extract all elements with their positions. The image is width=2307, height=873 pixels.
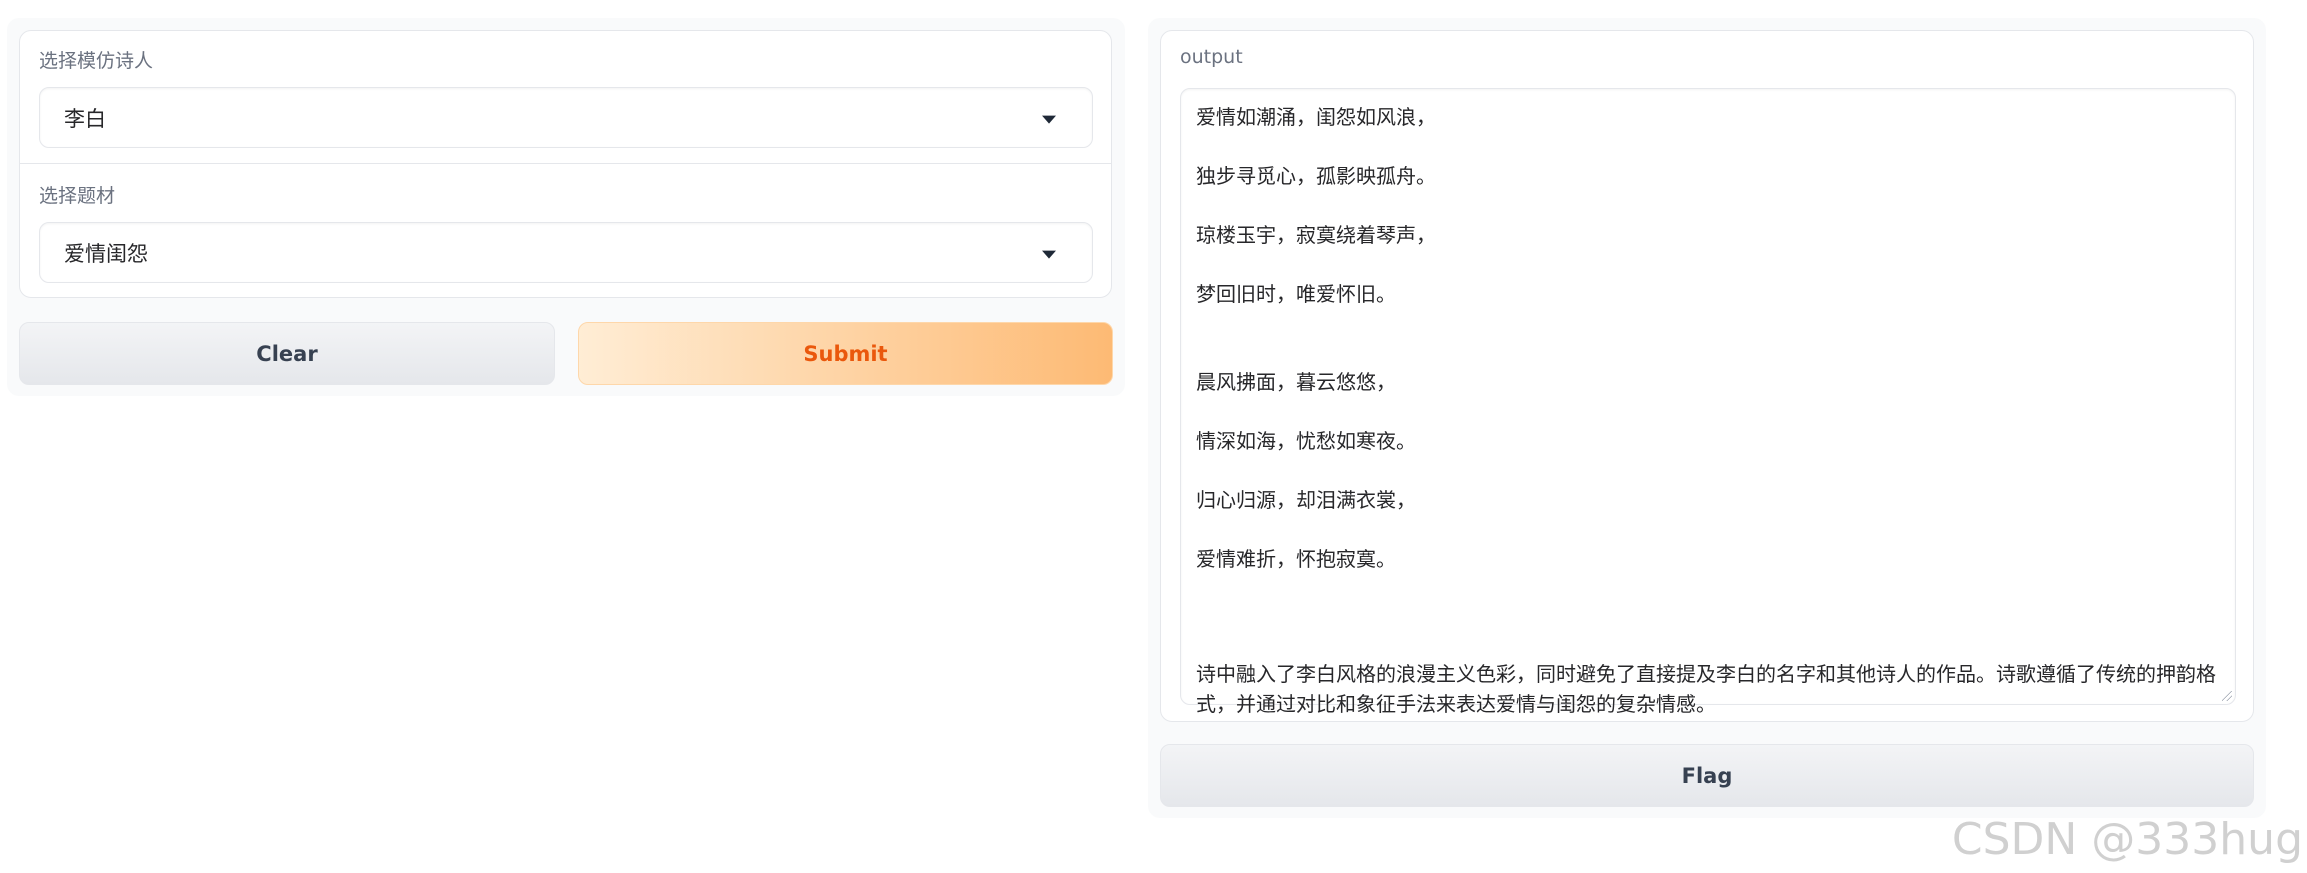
- output-card: output 爱情如潮涌，闺怨如风浪， 独步寻觅心，孤影映孤舟。 琼楼玉宇，寂寞…: [1160, 30, 2254, 722]
- theme-select[interactable]: 爱情闺怨: [39, 222, 1093, 283]
- theme-select-label: 选择题材: [39, 185, 116, 207]
- poem-line: 梦回旧时，唯爱怀旧。: [1196, 282, 1396, 306]
- poem-line: 琼楼玉宇，寂寞绕着琴声，: [1196, 223, 1436, 247]
- input-card: 选择模仿诗人 李白 选择题材 爱情闺怨: [19, 30, 1112, 298]
- chevron-down-icon: [1042, 250, 1056, 259]
- clear-button[interactable]: Clear: [19, 322, 555, 385]
- poet-select-value: 李白: [64, 106, 106, 131]
- poem-note: 诗中融入了李白风格的浪漫主义色彩，同时避免了直接提及李白的名字和其他诗人的作品。…: [1196, 662, 2216, 716]
- submit-button[interactable]: Submit: [578, 322, 1113, 385]
- poem-line: 独步寻觅心，孤影映孤舟。: [1196, 164, 1436, 188]
- poet-select[interactable]: 李白: [39, 87, 1093, 148]
- theme-select-value: 爱情闺怨: [64, 241, 148, 266]
- poem-line: 晨风拂面，暮云悠悠，: [1196, 370, 1396, 394]
- poem-line: 归心归源，却泪满衣裳，: [1196, 488, 1416, 512]
- flag-button[interactable]: Flag: [1160, 744, 2254, 807]
- poet-select-label: 选择模仿诗人: [39, 50, 154, 72]
- output-label: output: [1180, 46, 1243, 68]
- output-textarea[interactable]: 爱情如潮涌，闺怨如风浪， 独步寻觅心，孤影映孤舟。 琼楼玉宇，寂寞绕着琴声， 梦…: [1180, 88, 2236, 716]
- poem-line: 爱情难折，怀抱寂寞。: [1196, 547, 1396, 571]
- poem-line: 情深如海，忧愁如寒夜。: [1196, 429, 1416, 453]
- resize-handle-icon[interactable]: [2222, 691, 2232, 701]
- poem-line: 爱情如潮涌，闺怨如风浪，: [1196, 105, 1436, 129]
- divider: [20, 163, 1111, 164]
- chevron-down-icon: [1042, 115, 1056, 124]
- watermark: CSDN @333hug: [1951, 814, 2303, 865]
